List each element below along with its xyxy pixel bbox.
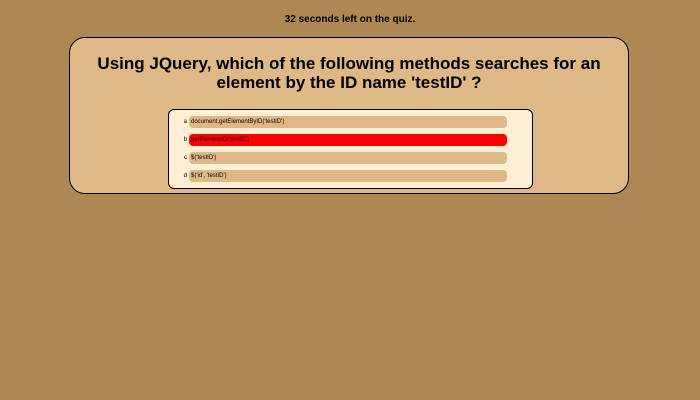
answer-letter-c: c <box>184 155 187 161</box>
question-text: Using JQuery, which of the following met… <box>97 54 601 92</box>
answer-letter-a: a <box>183 119 187 125</box>
answer-row-b: b getElementID('testID') <box>169 134 507 146</box>
quiz-timer: 32 seconds left on the quiz. <box>284 14 416 25</box>
answer-letter-b: b <box>183 137 187 143</box>
answer-option-c[interactable]: $('testID') <box>189 152 507 164</box>
answer-row-d: d $('id', 'testID') <box>169 170 507 182</box>
answer-row-a: a document.getElementByID('testID') <box>169 116 507 128</box>
answer-option-b[interactable]: getElementID('testID') <box>189 134 507 146</box>
answer-option-a[interactable]: document.getElementByID('testID') <box>189 116 507 128</box>
quiz-card: Using JQuery, which of the following met… <box>69 37 629 194</box>
answers-panel: a document.getElementByID('testID') b ge… <box>168 109 533 189</box>
answer-letter-d: d <box>183 173 187 179</box>
answer-row-c: c $('testID') <box>169 152 507 164</box>
answer-option-d[interactable]: $('id', 'testID') <box>189 170 507 182</box>
